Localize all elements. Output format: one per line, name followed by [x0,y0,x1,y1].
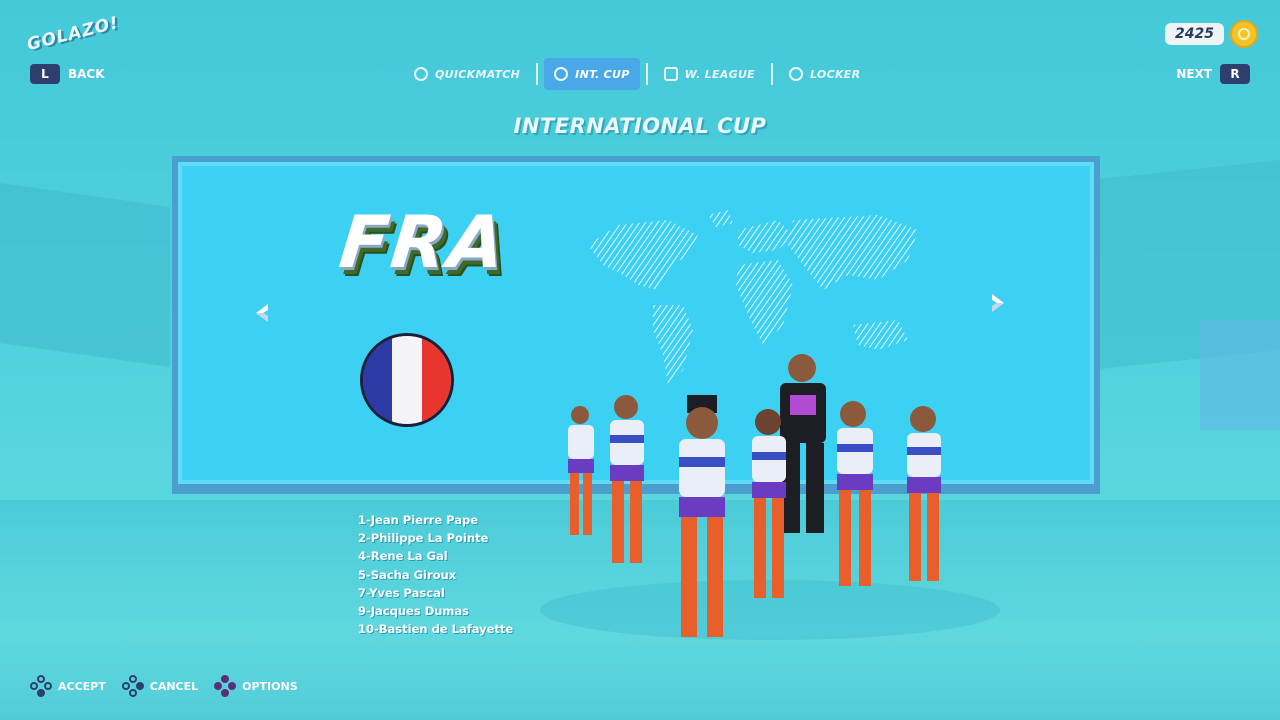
coin-counter: 2425 [1165,20,1258,48]
mode-tabs: QUICKMATCH INT. CUP W. LEAGUE LOCKER [404,58,870,90]
tab-int-cup[interactable]: INT. CUP [544,58,640,90]
tab-label: W. LEAGUE [684,67,755,81]
button-hints: ACCEPT CANCEL OPTIONS [30,675,298,697]
tab-label: LOCKER [810,67,861,81]
tab-locker[interactable]: LOCKER [779,58,870,90]
tab-divider [771,63,773,85]
options-label: OPTIONS [242,679,298,693]
ball-icon [414,67,428,81]
country-code: FRA [335,200,511,284]
roster-player: 9-Jacques Dumas [358,603,470,618]
goalkeeper-figure [780,354,826,533]
accept-label: ACCEPT [58,679,106,693]
tab-label: QUICKMATCH [435,67,521,81]
tab-quickmatch[interactable]: QUICKMATCH [404,58,530,90]
back-button[interactable]: L BACK [30,64,105,84]
roster-player: 4-Rene La Gal [358,549,448,564]
roster-player: 1-Jean Pierre Pape [358,513,479,527]
locker-icon [789,67,803,81]
next-label: NEXT [1176,67,1212,81]
accept-hint[interactable]: ACCEPT [30,675,106,697]
options-hint[interactable]: OPTIONS [214,675,298,697]
roster-player: 7-Yves Pascal [358,585,445,600]
coin-icon [1230,20,1258,48]
globe-icon [554,67,569,81]
r-key-icon: R [1220,64,1250,84]
background-block-left [0,183,170,367]
l-key-icon: L [30,64,60,84]
screen-title: INTERNATIONAL CUP [513,114,767,138]
game-logo: GOLAZO! [25,12,121,56]
trophy-icon [663,67,678,81]
cancel-hint[interactable]: CANCEL [121,675,199,697]
country-flag [360,333,454,427]
roster-player: 5-Sacha Giroux [358,567,457,582]
next-team-arrow-icon[interactable] [986,292,1008,314]
tab-label: INT. CUP [575,67,630,81]
team-roster: 1-Jean Pierre Pape 2-Philippe La Pointe … [358,511,513,638]
team-players-illustration [540,354,1000,640]
tab-divider [536,63,539,85]
next-button[interactable]: NEXT R [1176,64,1250,84]
accept-button-icon [30,675,52,697]
back-label: BACK [68,67,105,81]
coin-count: 2425 [1165,23,1224,45]
flag-stripe-white [392,336,422,424]
options-dpad-icon [214,675,237,697]
tab-w-league[interactable]: W. LEAGUE [654,58,765,90]
roster-player: 2-Philippe La Pointe [358,531,489,546]
background-accent [1200,320,1280,430]
roster-player: 10-Bastien de Lafayette [358,622,514,637]
tab-divider [645,63,648,85]
previous-team-arrow-icon[interactable] [252,302,274,324]
cancel-label: CANCEL [149,679,199,693]
cancel-button-icon [121,675,144,697]
